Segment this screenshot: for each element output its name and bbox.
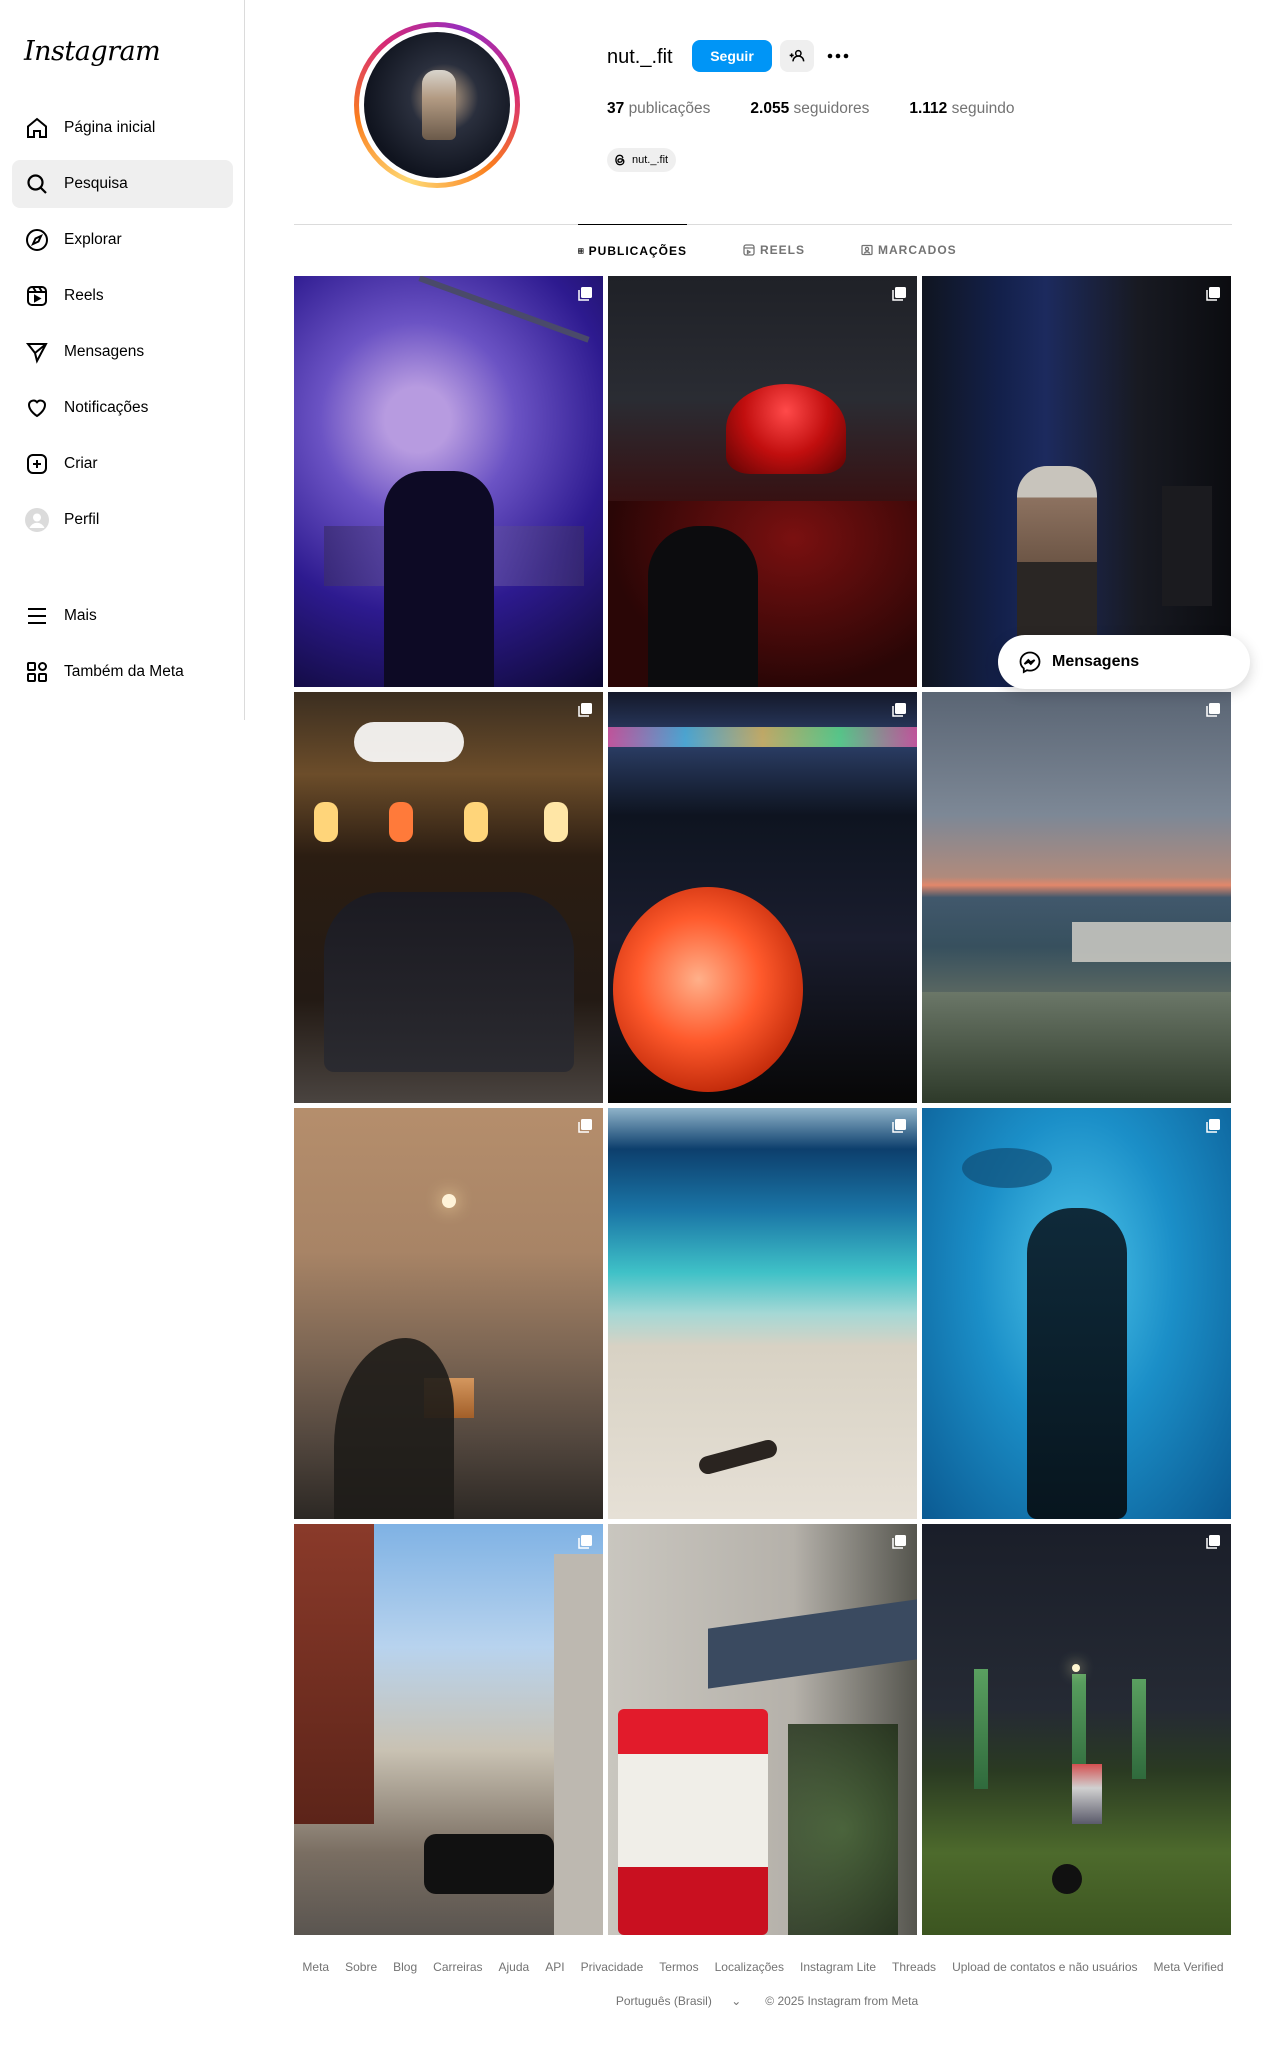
sidebar-item-label: Criar xyxy=(64,455,98,472)
sidebar-item-messages[interactable]: Mensagens xyxy=(12,328,233,376)
send-icon xyxy=(24,339,50,365)
grid-icon xyxy=(578,247,584,254)
footer-link[interactable]: Privacidade xyxy=(581,1960,644,1974)
multiple-photos-icon xyxy=(1206,1119,1220,1133)
messages-label: Mensagens xyxy=(1052,653,1140,670)
compass-icon xyxy=(24,227,50,253)
post-tile[interactable] xyxy=(608,1108,917,1519)
sidebar-item-also-meta[interactable]: Também da Meta xyxy=(12,648,233,696)
footer-links: Meta Sobre Blog Carreiras Ajuda API Priv… xyxy=(294,1960,1232,1974)
multiple-photos-icon xyxy=(892,1119,906,1133)
stat-posts: 37 publicações xyxy=(607,100,711,117)
footer-link[interactable]: Meta Verified xyxy=(1154,1960,1224,1974)
sidebar-item-label: Mensagens xyxy=(64,343,145,360)
plus-icon xyxy=(24,451,50,477)
multiple-photos-icon xyxy=(1206,1535,1220,1549)
multiple-photos-icon xyxy=(578,1119,592,1133)
tab-reels[interactable]: REELS xyxy=(743,224,805,276)
profile-stats: 37 publicações 2.055 seguidores 1.112 se… xyxy=(607,100,1055,118)
post-tile[interactable] xyxy=(608,692,917,1103)
follow-button[interactable]: Seguir xyxy=(692,40,772,72)
multiple-photos-icon xyxy=(578,1535,592,1549)
post-tile[interactable] xyxy=(608,1524,917,1935)
sidebar-item-notifications[interactable]: Notificações xyxy=(12,384,233,432)
search-icon xyxy=(24,171,50,197)
ellipsis-icon xyxy=(827,53,849,59)
threads-icon xyxy=(615,154,625,166)
footer-link[interactable]: API xyxy=(545,1960,564,1974)
post-tile[interactable] xyxy=(294,1108,603,1519)
avatar-photo xyxy=(364,32,510,178)
chevron-down-icon: ⌄ xyxy=(731,1994,742,2008)
posts-grid xyxy=(294,276,1231,1935)
sidebar-item-create[interactable]: Criar xyxy=(12,440,233,488)
language-selector[interactable]: Português (Brasil) ⌄ xyxy=(608,1994,749,2008)
more-options-button[interactable] xyxy=(822,40,854,72)
multiple-photos-icon xyxy=(892,287,906,301)
post-tile[interactable] xyxy=(922,1108,1231,1519)
tab-tagged[interactable]: MARCADOS xyxy=(861,224,957,276)
footer-link[interactable]: Localizações xyxy=(715,1960,784,1974)
sidebar-item-label: Perfil xyxy=(64,511,100,528)
sidebar-item-label: Pesquisa xyxy=(64,175,128,192)
post-tile[interactable] xyxy=(294,692,603,1103)
reels-icon xyxy=(743,244,755,256)
multiple-photos-icon xyxy=(1206,287,1220,301)
sidebar-item-label: Notificações xyxy=(64,399,149,416)
copyright: © 2025 Instagram from Meta xyxy=(765,1994,919,2008)
multiple-photos-icon xyxy=(892,1535,906,1549)
messenger-icon xyxy=(1019,651,1041,674)
sidebar-item-search[interactable]: Pesquisa xyxy=(12,160,233,208)
footer-link[interactable]: Sobre xyxy=(345,1960,377,1974)
post-tile[interactable] xyxy=(922,276,1231,687)
post-tile[interactable] xyxy=(922,692,1231,1103)
menu-icon xyxy=(24,603,50,629)
grid-icon xyxy=(24,659,50,685)
avatar-icon xyxy=(24,507,50,533)
post-tile[interactable] xyxy=(294,276,603,687)
sidebar: Instagram Página inicial Pesquisa Explor… xyxy=(0,0,245,720)
footer-link[interactable]: Instagram Lite xyxy=(800,1960,876,1974)
footer-link[interactable]: Carreiras xyxy=(433,1960,482,1974)
profile-username: nut._.fit xyxy=(607,46,673,68)
sidebar-item-label: Reels xyxy=(64,287,104,304)
sidebar-item-profile[interactable]: Perfil xyxy=(12,496,233,544)
multiple-photos-icon xyxy=(578,703,592,717)
post-tile[interactable] xyxy=(608,276,917,687)
multiple-photos-icon xyxy=(1206,703,1220,717)
footer-link[interactable]: Termos xyxy=(659,1960,698,1974)
post-tile[interactable] xyxy=(294,1524,603,1935)
post-tile[interactable] xyxy=(922,1524,1231,1935)
footer-bottom: Português (Brasil) ⌄ © 2025 Instagram fr… xyxy=(294,1994,1232,2008)
sidebar-item-label: Página inicial xyxy=(64,119,156,136)
sidebar-item-label: Mais xyxy=(64,607,97,624)
sidebar-item-more[interactable]: Mais xyxy=(12,592,233,640)
sidebar-item-home[interactable]: Página inicial xyxy=(12,104,233,152)
stat-followers[interactable]: 2.055 seguidores xyxy=(750,100,869,118)
instagram-logo[interactable]: Instagram xyxy=(24,36,161,67)
sidebar-item-reels[interactable]: Reels xyxy=(12,272,233,320)
multiple-photos-icon xyxy=(892,703,906,717)
stat-following[interactable]: 1.112 seguindo xyxy=(909,100,1014,118)
footer-link[interactable]: Upload de contatos e não usuários xyxy=(952,1960,1137,1974)
sidebar-item-explore[interactable]: Explorar xyxy=(12,216,233,264)
sidebar-item-label: Também da Meta xyxy=(64,663,184,680)
messages-floating-button[interactable]: Mensagens xyxy=(998,635,1250,689)
sidebar-item-label: Explorar xyxy=(64,231,122,248)
tab-posts[interactable]: PUBLICAÇÕES xyxy=(578,224,687,276)
footer-link[interactable]: Ajuda xyxy=(499,1960,530,1974)
threads-handle: nut._.fit xyxy=(632,154,669,166)
reels-icon xyxy=(24,283,50,309)
suggested-accounts-button[interactable] xyxy=(780,40,814,72)
footer-link[interactable]: Threads xyxy=(892,1960,936,1974)
footer-link[interactable]: Blog xyxy=(393,1960,417,1974)
home-icon xyxy=(24,115,50,141)
multiple-photos-icon xyxy=(578,287,592,301)
tag-person-icon xyxy=(861,244,873,256)
add-person-icon xyxy=(789,49,805,62)
profile-avatar[interactable] xyxy=(354,22,520,188)
footer-link[interactable]: Meta xyxy=(302,1960,329,1974)
threads-badge[interactable]: nut._.fit xyxy=(607,148,677,172)
heart-icon xyxy=(24,395,50,421)
